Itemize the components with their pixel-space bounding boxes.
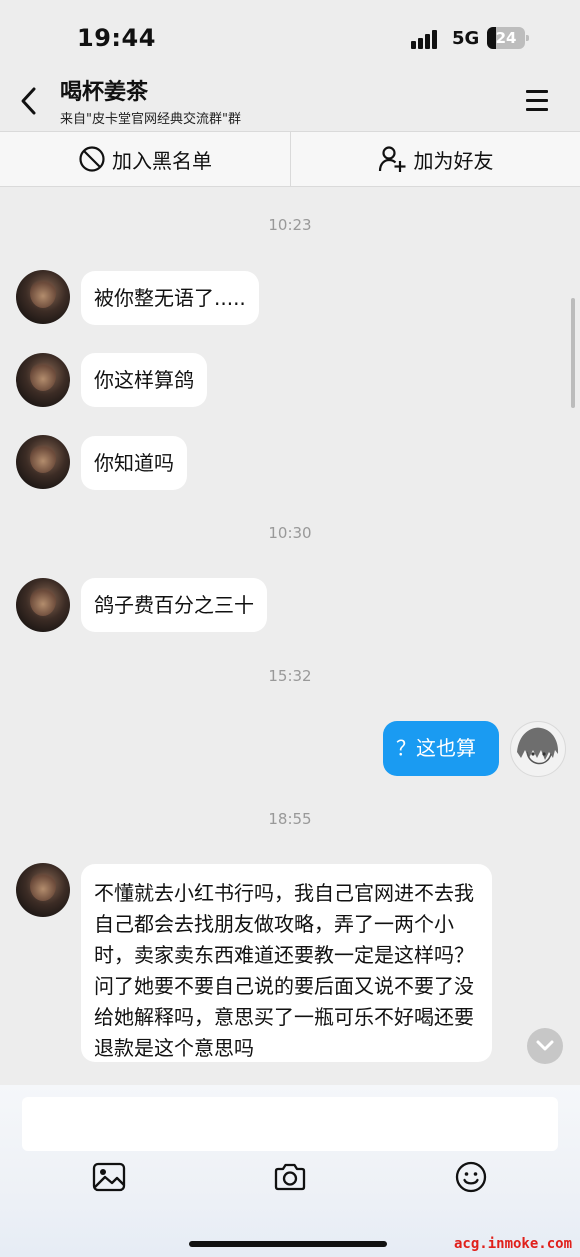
- add-user-icon: [378, 145, 408, 173]
- battery-level: 24: [495, 29, 517, 47]
- message-bubble[interactable]: 不懂就去小红书行吗，我自己官网进不去我自己都会去找朋友做攻略，弄了一两个小时，卖…: [81, 864, 492, 1062]
- chevron-left-icon: [21, 87, 36, 115]
- message-input[interactable]: [22, 1097, 558, 1151]
- status-time: 19:44: [77, 24, 156, 52]
- status-bar: 19:44 5G 24: [0, 0, 580, 70]
- message-bubble[interactable]: 被你整无语了.....: [81, 271, 259, 325]
- blacklist-button[interactable]: 加入黑名单: [0, 132, 290, 186]
- menu-icon[interactable]: [526, 90, 550, 112]
- message-bubble[interactable]: 你这样算鸽: [81, 353, 207, 407]
- signal-icon: [411, 29, 441, 49]
- back-button[interactable]: [14, 84, 44, 118]
- battery-icon: 24: [487, 27, 529, 49]
- avatar[interactable]: [16, 270, 70, 324]
- timestamp: 10:30: [268, 524, 312, 542]
- emoji-icon[interactable]: [453, 1159, 489, 1195]
- chevron-down-icon: [536, 1040, 554, 1051]
- network-label: 5G: [452, 28, 480, 49]
- blacklist-label: 加入黑名单: [112, 148, 212, 173]
- input-area: [0, 1085, 580, 1257]
- scroll-to-bottom-button[interactable]: [527, 1028, 563, 1064]
- my-avatar[interactable]: [510, 721, 566, 777]
- message-bubble[interactable]: 鸽子费百分之三十: [81, 578, 267, 632]
- home-indicator[interactable]: [189, 1241, 387, 1247]
- add-friend-button[interactable]: 加为好友: [291, 132, 580, 186]
- add-friend-label: 加为好友: [413, 148, 494, 173]
- timestamp: 18:55: [268, 810, 312, 828]
- scrollbar[interactable]: [571, 298, 575, 408]
- timestamp: 15:32: [268, 667, 312, 685]
- image-icon[interactable]: [91, 1159, 127, 1195]
- chat-header: 喝杯姜茶 来自"皮卡堂官网经典交流群"群: [0, 70, 580, 130]
- block-icon: [78, 145, 106, 173]
- avatar[interactable]: [16, 435, 70, 489]
- avatar[interactable]: [16, 578, 70, 632]
- watermark: acg.inmoke.com: [454, 1236, 573, 1252]
- message-bubble[interactable]: 你知道吗: [81, 436, 187, 490]
- timestamp: 10:23: [268, 216, 312, 234]
- avatar[interactable]: [16, 353, 70, 407]
- page-title: 喝杯姜茶: [60, 80, 149, 105]
- my-message-bubble[interactable]: ？这也算: [383, 721, 499, 776]
- camera-icon[interactable]: [272, 1159, 308, 1195]
- action-bar: 加入黑名单 加为好友: [0, 131, 580, 187]
- page-subtitle: 来自"皮卡堂官网经典交流群"群: [60, 112, 241, 127]
- avatar[interactable]: [16, 863, 70, 917]
